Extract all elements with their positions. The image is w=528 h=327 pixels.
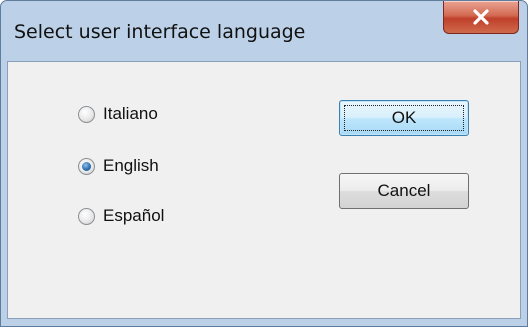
title-bar[interactable]: Select user interface language	[1, 1, 527, 61]
dialog-window: Select user interface language Italiano …	[0, 0, 528, 327]
window-title: Select user interface language	[14, 21, 306, 43]
radio-button-italiano[interactable]	[78, 105, 95, 123]
close-icon	[473, 9, 489, 25]
cancel-button-label: Cancel	[377, 181, 431, 200]
radio-option-english[interactable]: English	[78, 153, 159, 179]
ok-button[interactable]: OK	[339, 100, 469, 136]
radio-option-italiano[interactable]: Italiano	[78, 101, 158, 127]
close-button[interactable]	[443, 1, 519, 34]
radio-label-espanol: Español	[103, 206, 165, 225]
radio-option-espanol[interactable]: Español	[78, 203, 164, 229]
focus-rectangle	[344, 105, 464, 131]
radio-button-english[interactable]	[78, 157, 95, 175]
dialog-content: Italiano English Español OK Cancel	[7, 61, 521, 319]
radio-label-italiano: Italiano	[103, 104, 158, 123]
radio-button-espanol[interactable]	[78, 207, 95, 225]
cancel-button[interactable]: Cancel	[339, 173, 469, 209]
radio-label-english: English	[103, 156, 159, 175]
